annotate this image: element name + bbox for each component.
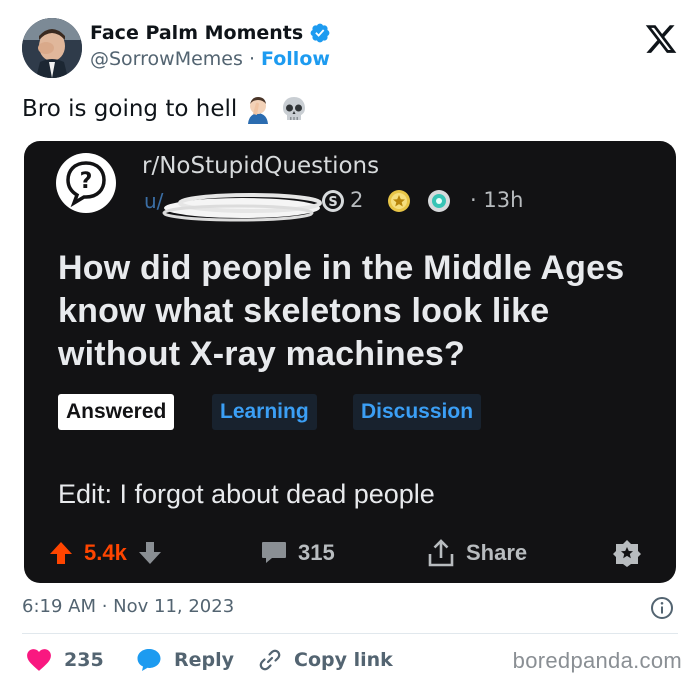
verified-badge-icon	[310, 23, 330, 43]
tweet-text: Bro is going to hell	[22, 94, 309, 124]
svg-text:u/: u/	[144, 189, 164, 213]
award-count: 2	[350, 188, 364, 212]
svg-text:S: S	[328, 195, 337, 210]
flair-answered[interactable]: Answered	[58, 394, 175, 430]
post-title[interactable]: How did people in the Middle Ages know w…	[58, 247, 658, 376]
upvote-arrow-icon[interactable]	[48, 540, 74, 566]
post-actions: 5.4k 315 Share	[24, 533, 676, 573]
downvote-arrow-icon[interactable]	[137, 540, 163, 566]
post-meta: u/ S 2 · 13h	[142, 186, 562, 222]
like-button[interactable]: 235	[26, 646, 104, 674]
reply-bubble-icon	[137, 649, 161, 671]
watermark: boredpanda.com	[512, 648, 682, 673]
comment-count: 315	[298, 540, 335, 565]
reply-label: Reply	[174, 649, 235, 671]
question-bubble-icon: ?	[56, 153, 116, 213]
share-icon	[428, 539, 454, 567]
skull-emoji-icon	[283, 97, 306, 120]
upvote-group: 5.4k	[48, 533, 163, 573]
platinum-award-icon	[428, 190, 450, 212]
post-body: Edit: I forgot about dead people	[58, 479, 435, 509]
award-icon[interactable]	[612, 538, 642, 568]
info-icon[interactable]	[650, 596, 674, 620]
heart-icon	[27, 649, 51, 671]
flair-discussion[interactable]: Discussion	[353, 394, 482, 430]
follow-button[interactable]: Follow	[261, 48, 330, 70]
share-label: Share	[466, 540, 528, 565]
copy-link-button[interactable]: Copy link	[258, 646, 393, 674]
reply-button[interactable]: Reply	[136, 646, 234, 674]
like-count: 235	[64, 649, 104, 671]
link-icon	[259, 649, 281, 671]
comment-icon	[262, 542, 286, 563]
embedded-reddit-post[interactable]: ? r/NoStupidQuestions u/ S 2 · 13h How d…	[24, 141, 676, 583]
author-name[interactable]: Face Palm Moments	[90, 22, 303, 44]
comments-group[interactable]: 315	[260, 533, 335, 573]
subreddit-name[interactable]: r/NoStupidQuestions	[142, 153, 379, 179]
tweet-body: Bro is going to hell	[22, 96, 238, 122]
tweet-header: Face Palm Moments @SorrowMemes · Follow	[22, 14, 682, 84]
author-handle[interactable]: @SorrowMemes	[90, 48, 243, 70]
x-logo-icon[interactable]	[644, 22, 678, 56]
svg-text:?: ?	[80, 169, 93, 194]
man-facepalming-emoji-icon	[248, 97, 269, 124]
separator: ·	[242, 48, 262, 70]
share-group[interactable]: Share	[426, 533, 527, 573]
flair-learning[interactable]: Learning	[212, 394, 317, 430]
divider	[22, 633, 678, 634]
silver-award-icon: S	[322, 190, 344, 212]
avatar[interactable]	[22, 18, 82, 78]
upvote-count: 5.4k	[84, 540, 127, 565]
copy-link-label: Copy link	[294, 649, 393, 671]
gold-award-icon	[388, 190, 410, 212]
post-age: · 13h	[470, 188, 524, 212]
tweet-timestamp[interactable]: 6:19 AM · Nov 11, 2023	[22, 596, 234, 617]
redacted-username: u/	[144, 189, 322, 222]
